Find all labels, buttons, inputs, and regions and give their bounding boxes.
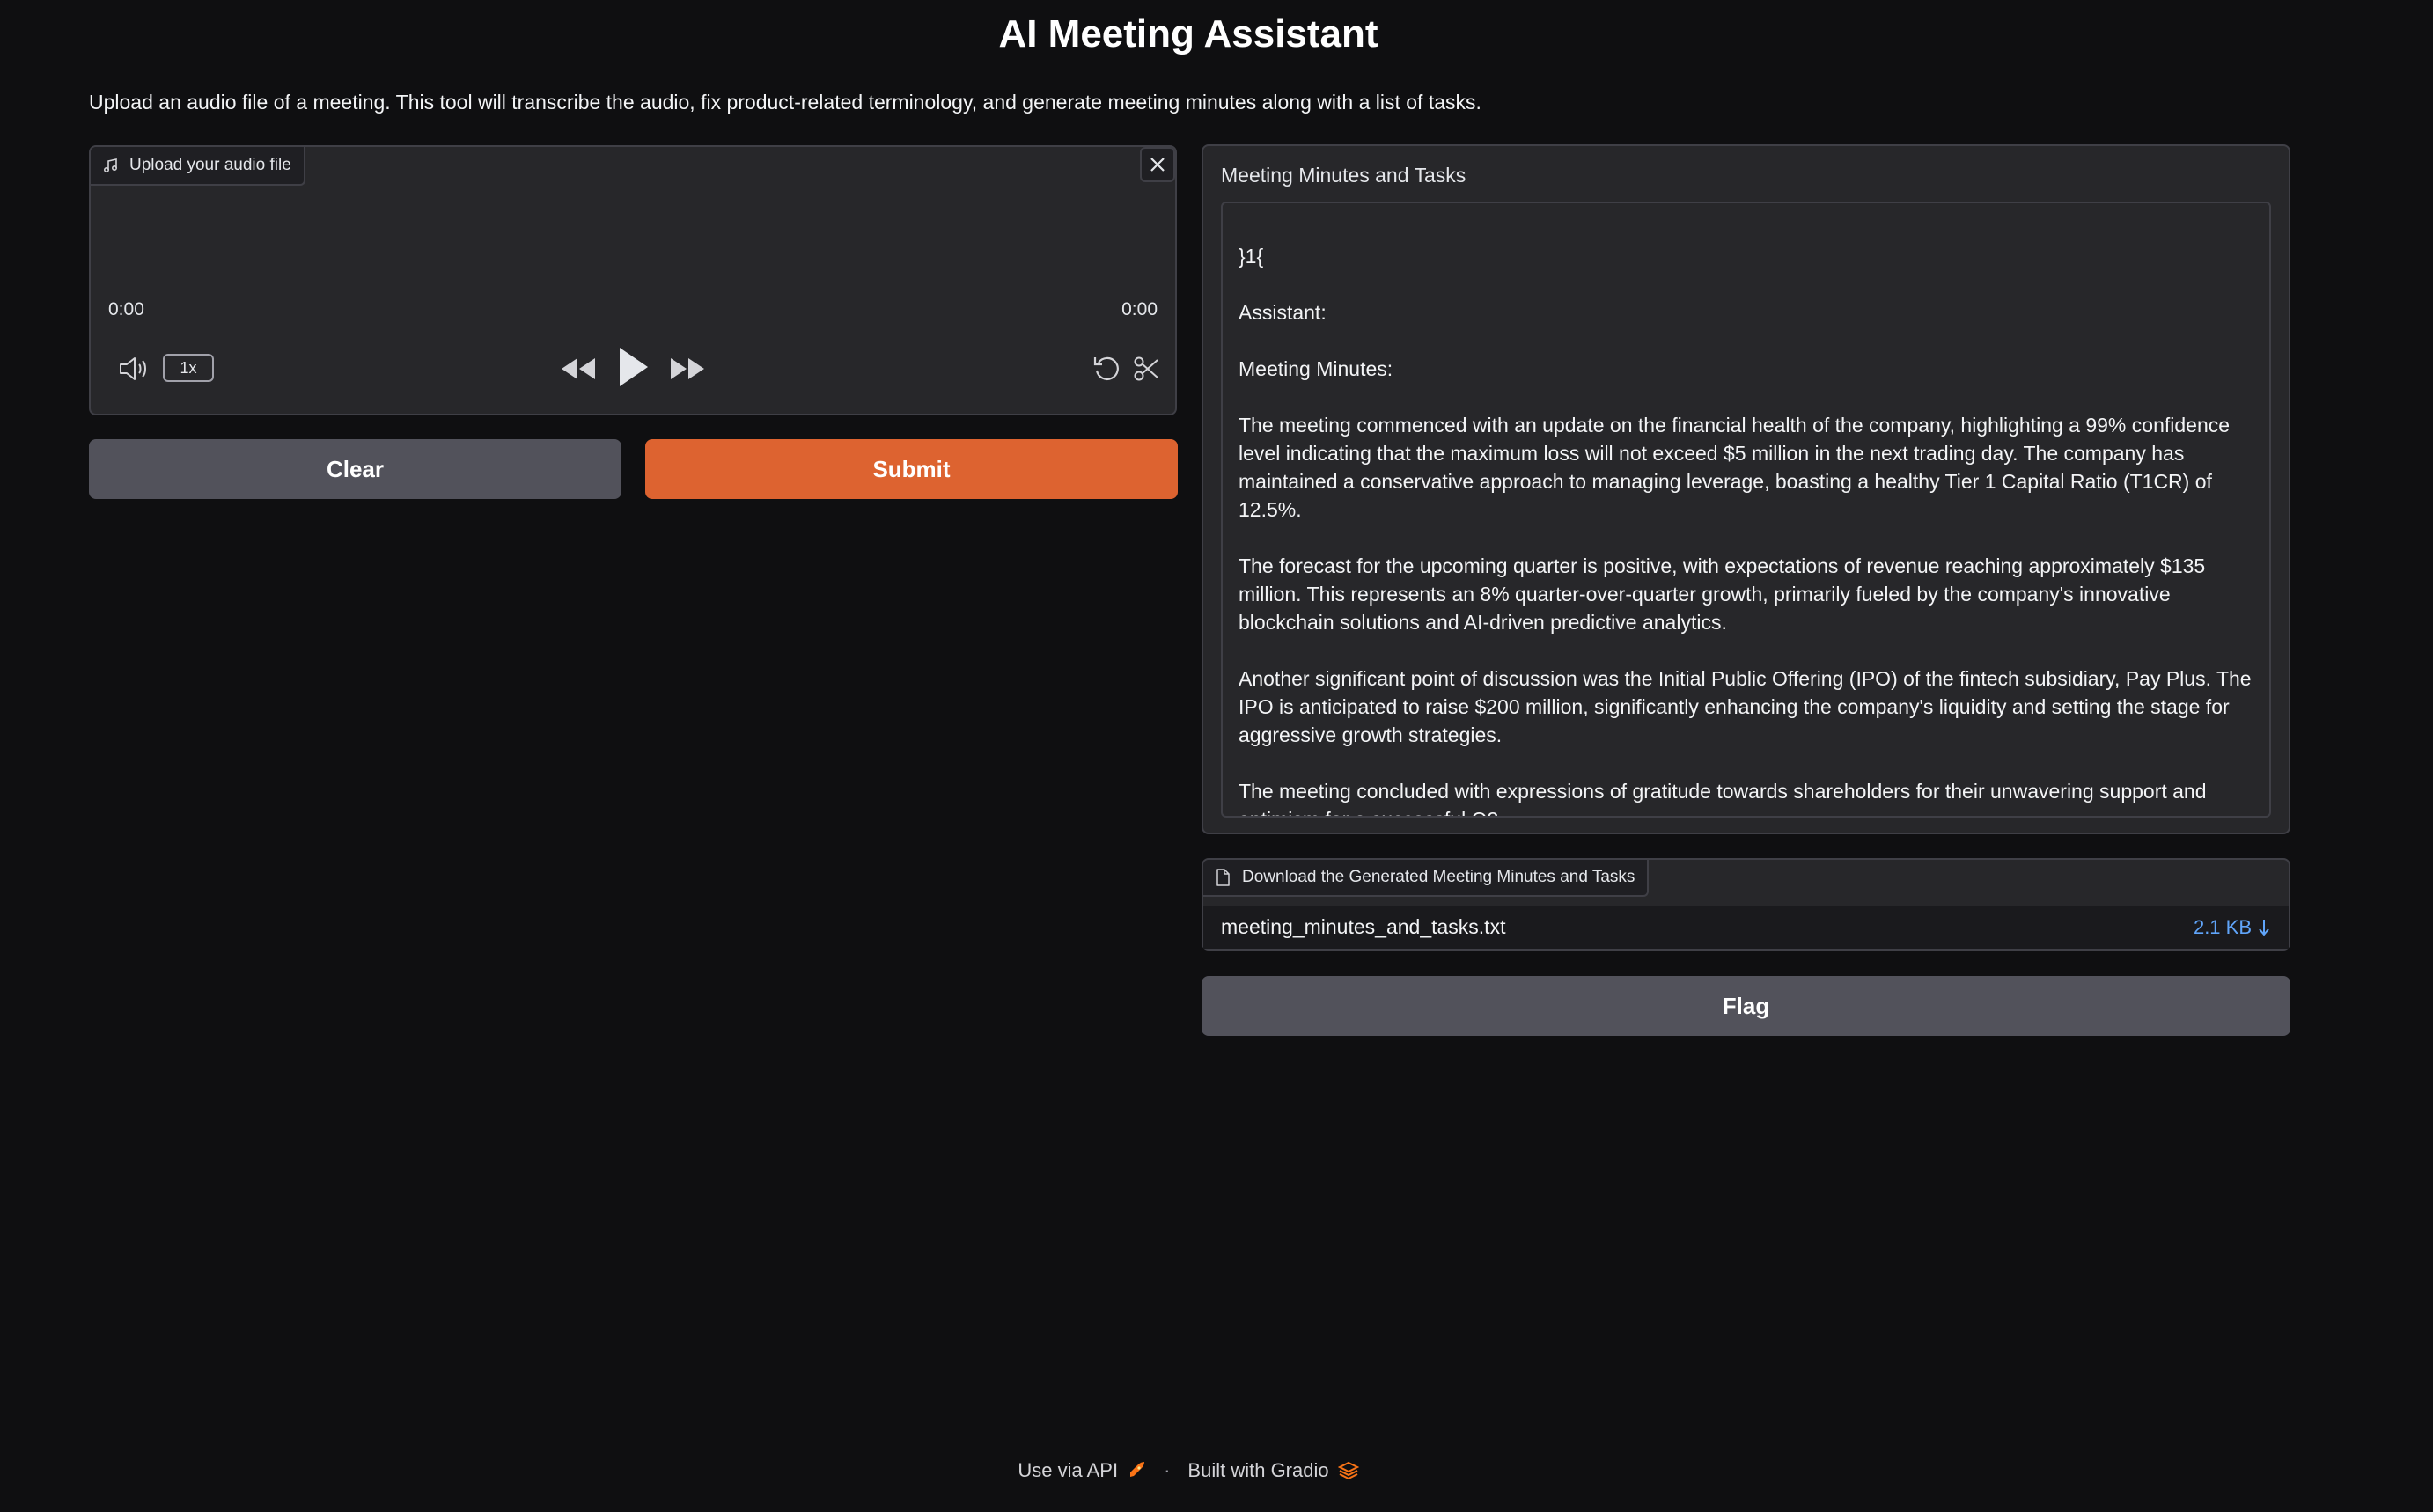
gradio-logo-icon [1337,1461,1359,1480]
file-icon [1216,869,1230,886]
volume-button[interactable] [117,351,152,386]
file-row[interactable]: meeting_minutes_and_tasks.txt 2.1 KB [1203,906,2289,949]
footer: Use via API · Built with Gradio [0,1459,2377,1482]
music-note-icon [103,158,119,173]
clear-button[interactable]: Clear [89,439,621,499]
fast-forward-button[interactable] [668,351,709,386]
fast-forward-icon [671,358,704,379]
rewind-button[interactable] [557,351,598,386]
close-icon [1150,158,1165,172]
use-via-api-text: Use via API [1018,1459,1119,1481]
rewind-icon [562,358,595,379]
submit-button[interactable]: Submit [645,439,1178,499]
minutes-paragraph: Meeting Minutes: [1239,357,1393,380]
built-with-gradio-text: Built with Gradio [1187,1459,1329,1481]
minutes-paragraph: The meeting concluded with expressions o… [1239,780,2207,816]
audio-upload-panel[interactable]: Upload your audio file 0:00 0:00 1x [89,145,1177,415]
minutes-paragraph: The meeting commenced with an update on … [1239,414,2231,521]
minutes-paragraph: }1{ [1239,245,1264,268]
rocket-icon [1130,1462,1145,1477]
app-root: AI Meeting Assistant Upload an audio fil… [0,0,2433,1512]
scissors-icon [1134,356,1158,381]
reset-icon [1093,356,1119,380]
trim-button[interactable] [1129,351,1165,386]
meeting-minutes-panel: Meeting Minutes and Tasks }1{ Assistant:… [1202,144,2290,834]
file-name: meeting_minutes_and_tasks.txt [1221,915,1506,938]
playback-speed-button[interactable]: 1x [163,354,214,382]
close-audio-button[interactable] [1140,147,1175,182]
minutes-paragraph: Assistant: [1239,301,1327,324]
download-arrow-icon [2259,919,2269,936]
play-icon [620,348,648,386]
file-size: 2.1 KB [2193,915,2252,938]
play-button[interactable] [614,344,652,390]
use-via-api-link[interactable]: Use via API [1018,1459,1146,1482]
volume-icon [120,357,146,380]
footer-separator: · [1164,1459,1171,1481]
download-label-text: Download the Generated Meeting Minutes a… [1242,868,1635,886]
page-title: AI Meeting Assistant [998,12,1378,55]
meeting-minutes-textbox[interactable]: }1{ Assistant: Meeting Minutes: The meet… [1221,202,2271,818]
page-description: Upload an audio file of a meeting. This … [89,91,1481,114]
audio-panel-label: Upload your audio file [91,147,305,186]
meeting-minutes-label: Meeting Minutes and Tasks [1221,164,1466,187]
total-time: 0:00 [1121,299,1158,319]
current-time: 0:00 [108,299,144,319]
file-download-link[interactable]: 2.1 KB [2194,916,2269,939]
flag-button[interactable]: Flag [1202,976,2290,1036]
download-panel-label: Download the Generated Meeting Minutes a… [1203,860,1650,897]
built-with-gradio-link[interactable]: Built with Gradio [1187,1459,1359,1482]
minutes-paragraph: The forecast for the upcoming quarter is… [1239,554,2206,634]
download-panel: Download the Generated Meeting Minutes a… [1202,858,2290,951]
audio-panel-label-text: Upload your audio file [129,156,291,174]
reset-button[interactable] [1089,351,1124,386]
minutes-paragraph: Another significant point of discussion … [1239,667,2252,746]
